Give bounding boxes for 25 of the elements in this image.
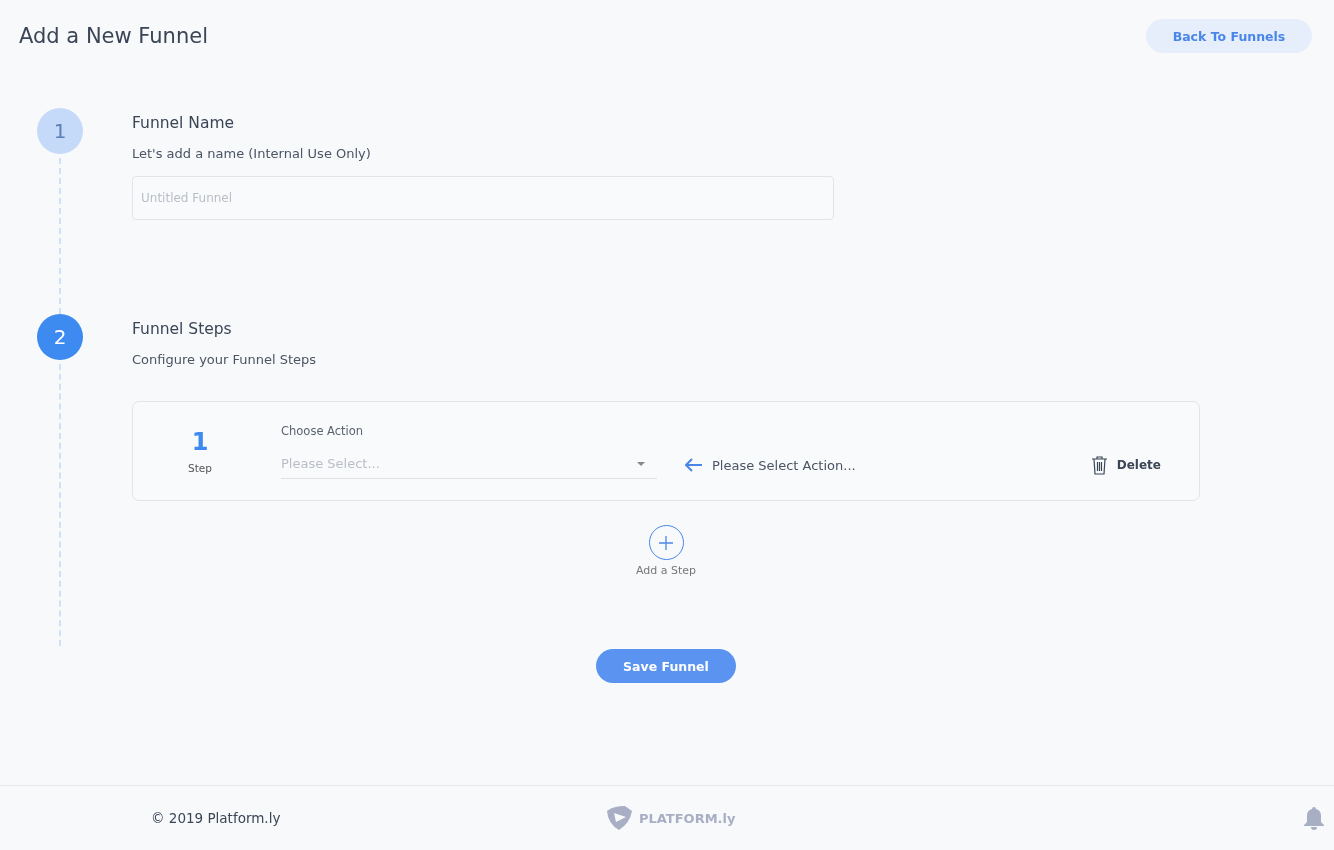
- back-to-funnels-button[interactable]: Back To Funnels: [1146, 19, 1312, 53]
- section-title: Funnel Name: [132, 114, 236, 132]
- choose-action-label: Choose Action: [281, 423, 365, 438]
- page-title: Add a New Funnel: [19, 24, 208, 48]
- action-hint: Please Select Action...: [712, 457, 856, 473]
- delete-button[interactable]: Delete: [1090, 455, 1161, 475]
- section-subtitle: Configure your Funnel Steps: [132, 352, 318, 367]
- step-number: 1: [191, 428, 209, 456]
- shield-logo-icon: [605, 805, 633, 831]
- arrow-left-icon: [685, 458, 703, 472]
- step-number-circle: 2: [37, 314, 83, 360]
- caret-icon: [637, 461, 645, 466]
- copyright-text: © 2019 Platform.ly: [151, 810, 282, 826]
- section-subtitle: Let's add a name (Internal Use Only): [132, 146, 372, 161]
- step-number-circle: 1: [37, 108, 83, 154]
- action-select[interactable]: Please Select...: [281, 449, 657, 479]
- logo-text: PLATFORM.ly: [639, 810, 736, 826]
- trash-icon: [1090, 455, 1108, 475]
- step-label: Step: [188, 462, 212, 474]
- bell-icon[interactable]: [1302, 806, 1326, 830]
- save-funnel-button[interactable]: Save Funnel: [596, 649, 736, 683]
- add-step-label: Add a Step: [635, 564, 697, 577]
- funnel-name-field[interactable]: Untitled Funnel: [132, 176, 834, 220]
- section-title: Funnel Steps: [132, 320, 233, 338]
- plus-icon: [659, 535, 673, 550]
